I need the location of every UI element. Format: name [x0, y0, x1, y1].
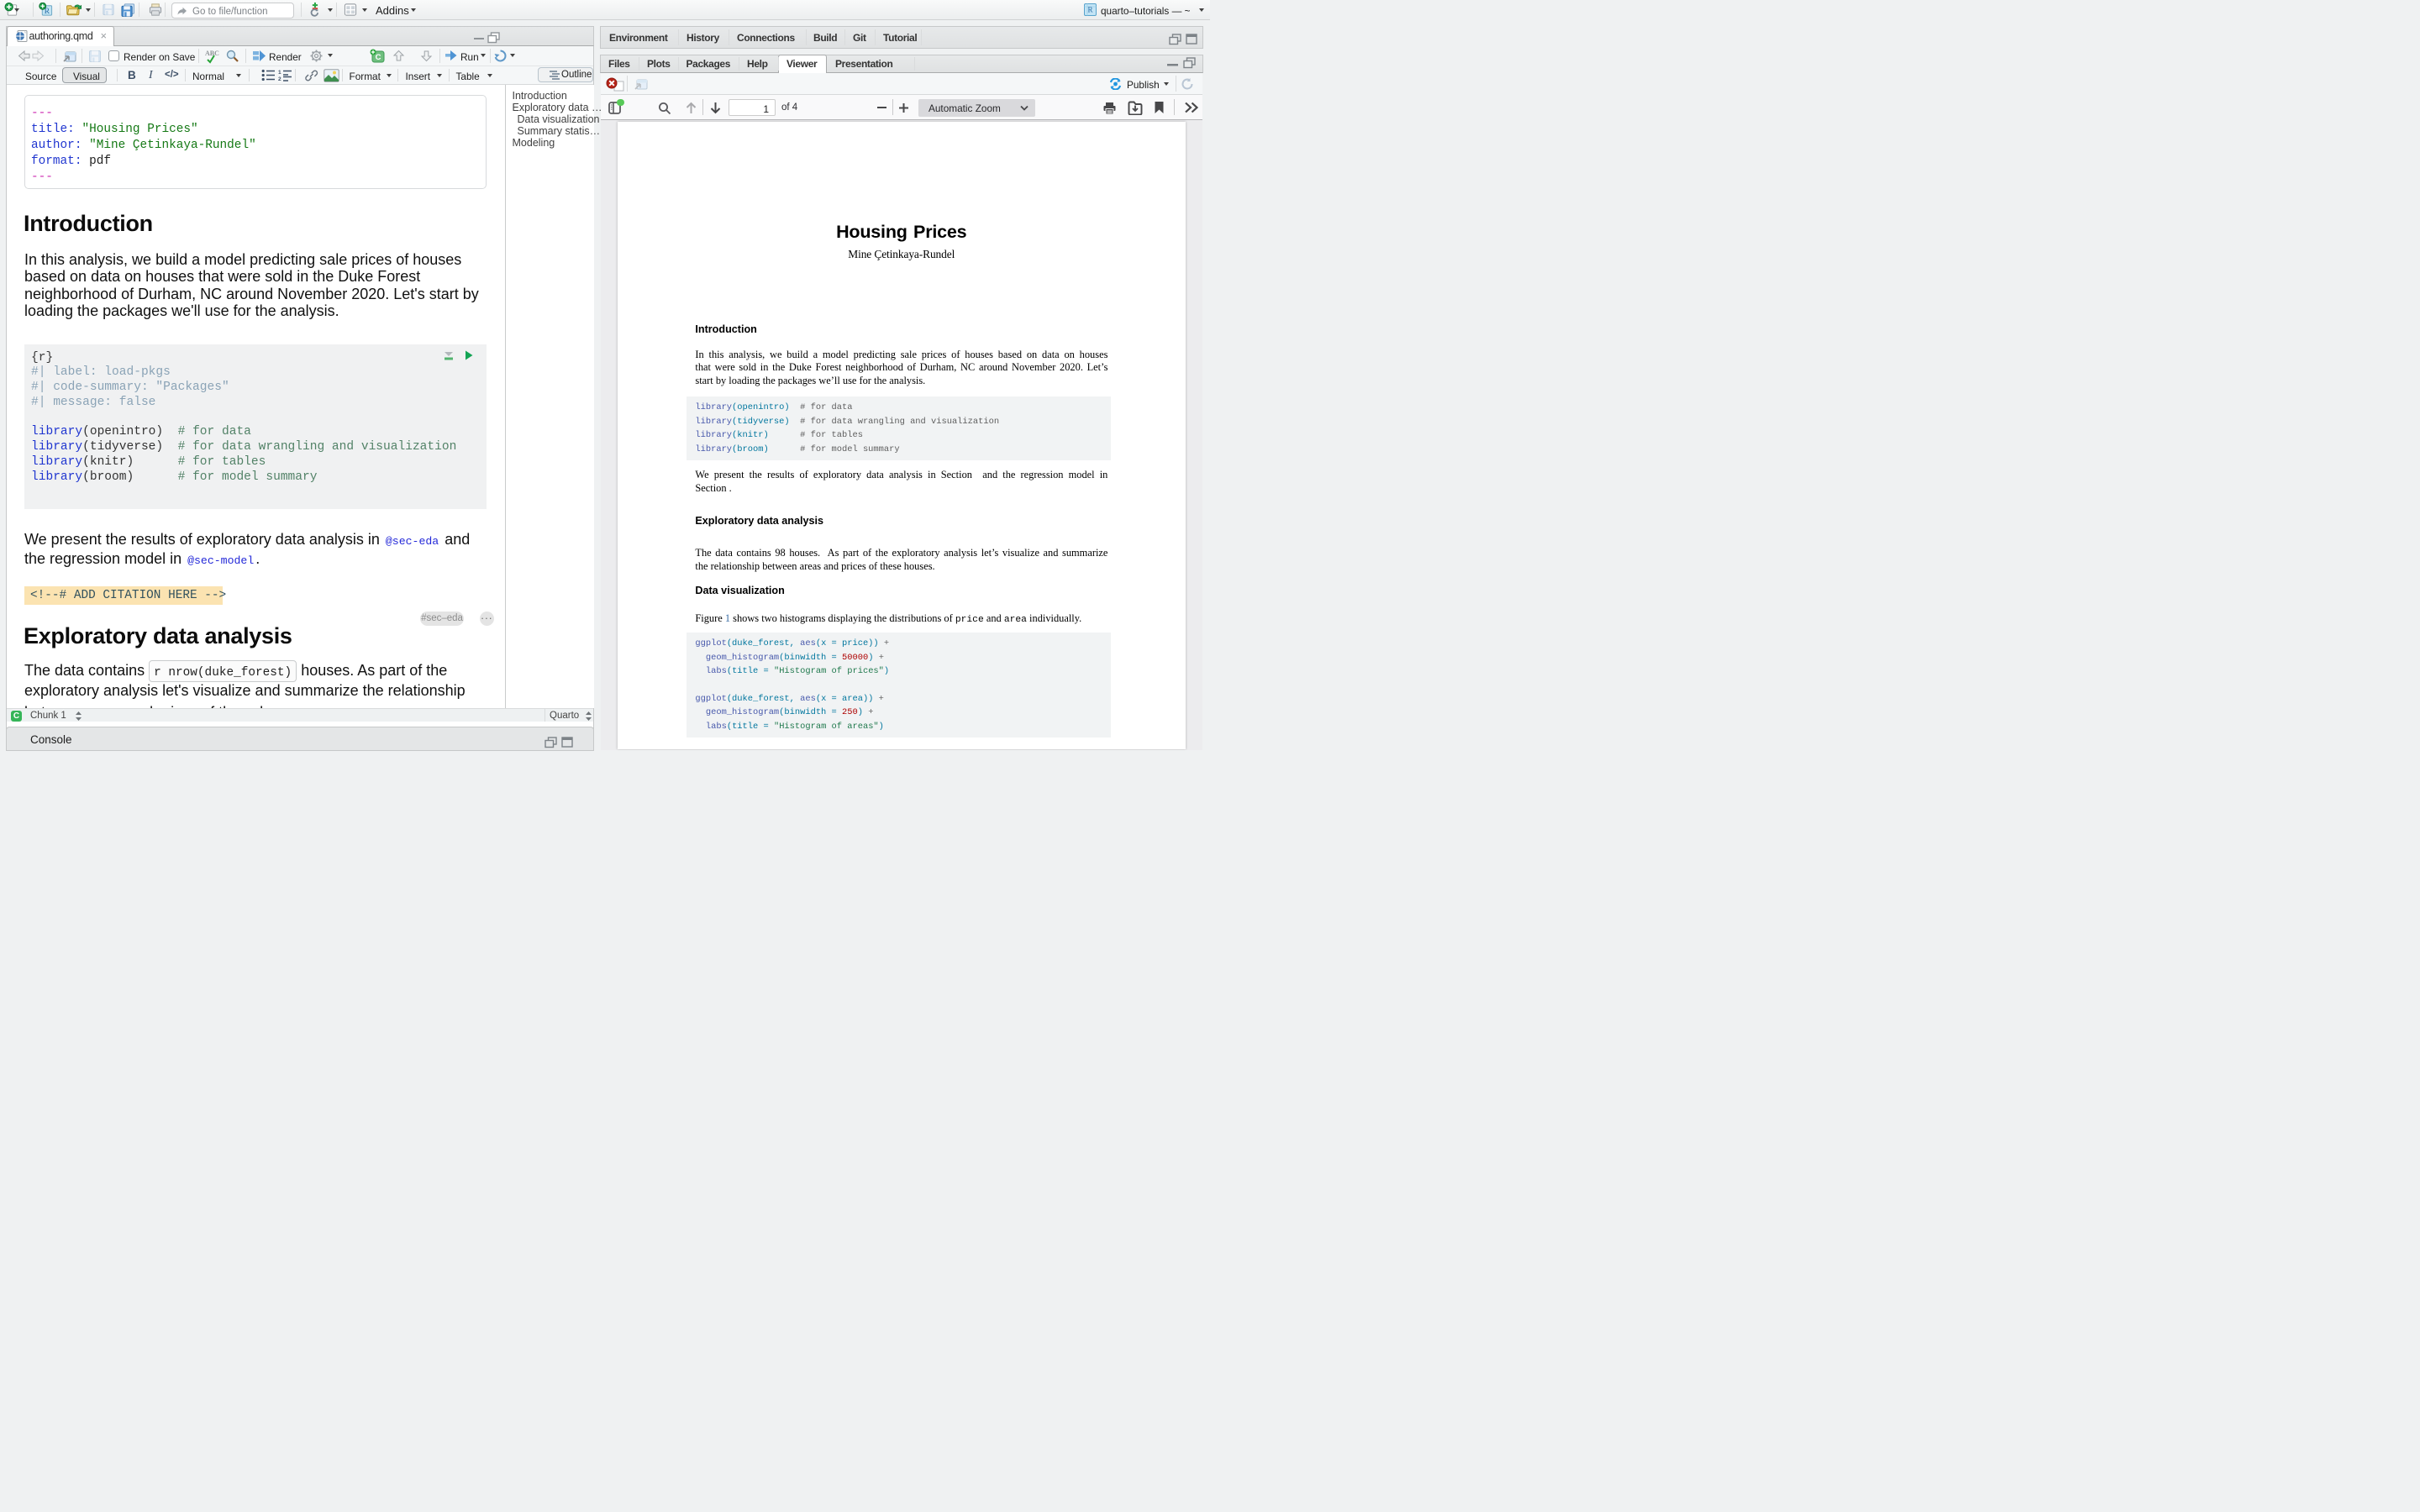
svg-text:ABC: ABC	[205, 50, 219, 57]
svg-text:C: C	[376, 53, 381, 62]
svg-text:2: 2	[278, 76, 281, 81]
svg-text:R: R	[1087, 6, 1092, 14]
svg-text:1: 1	[278, 70, 281, 76]
